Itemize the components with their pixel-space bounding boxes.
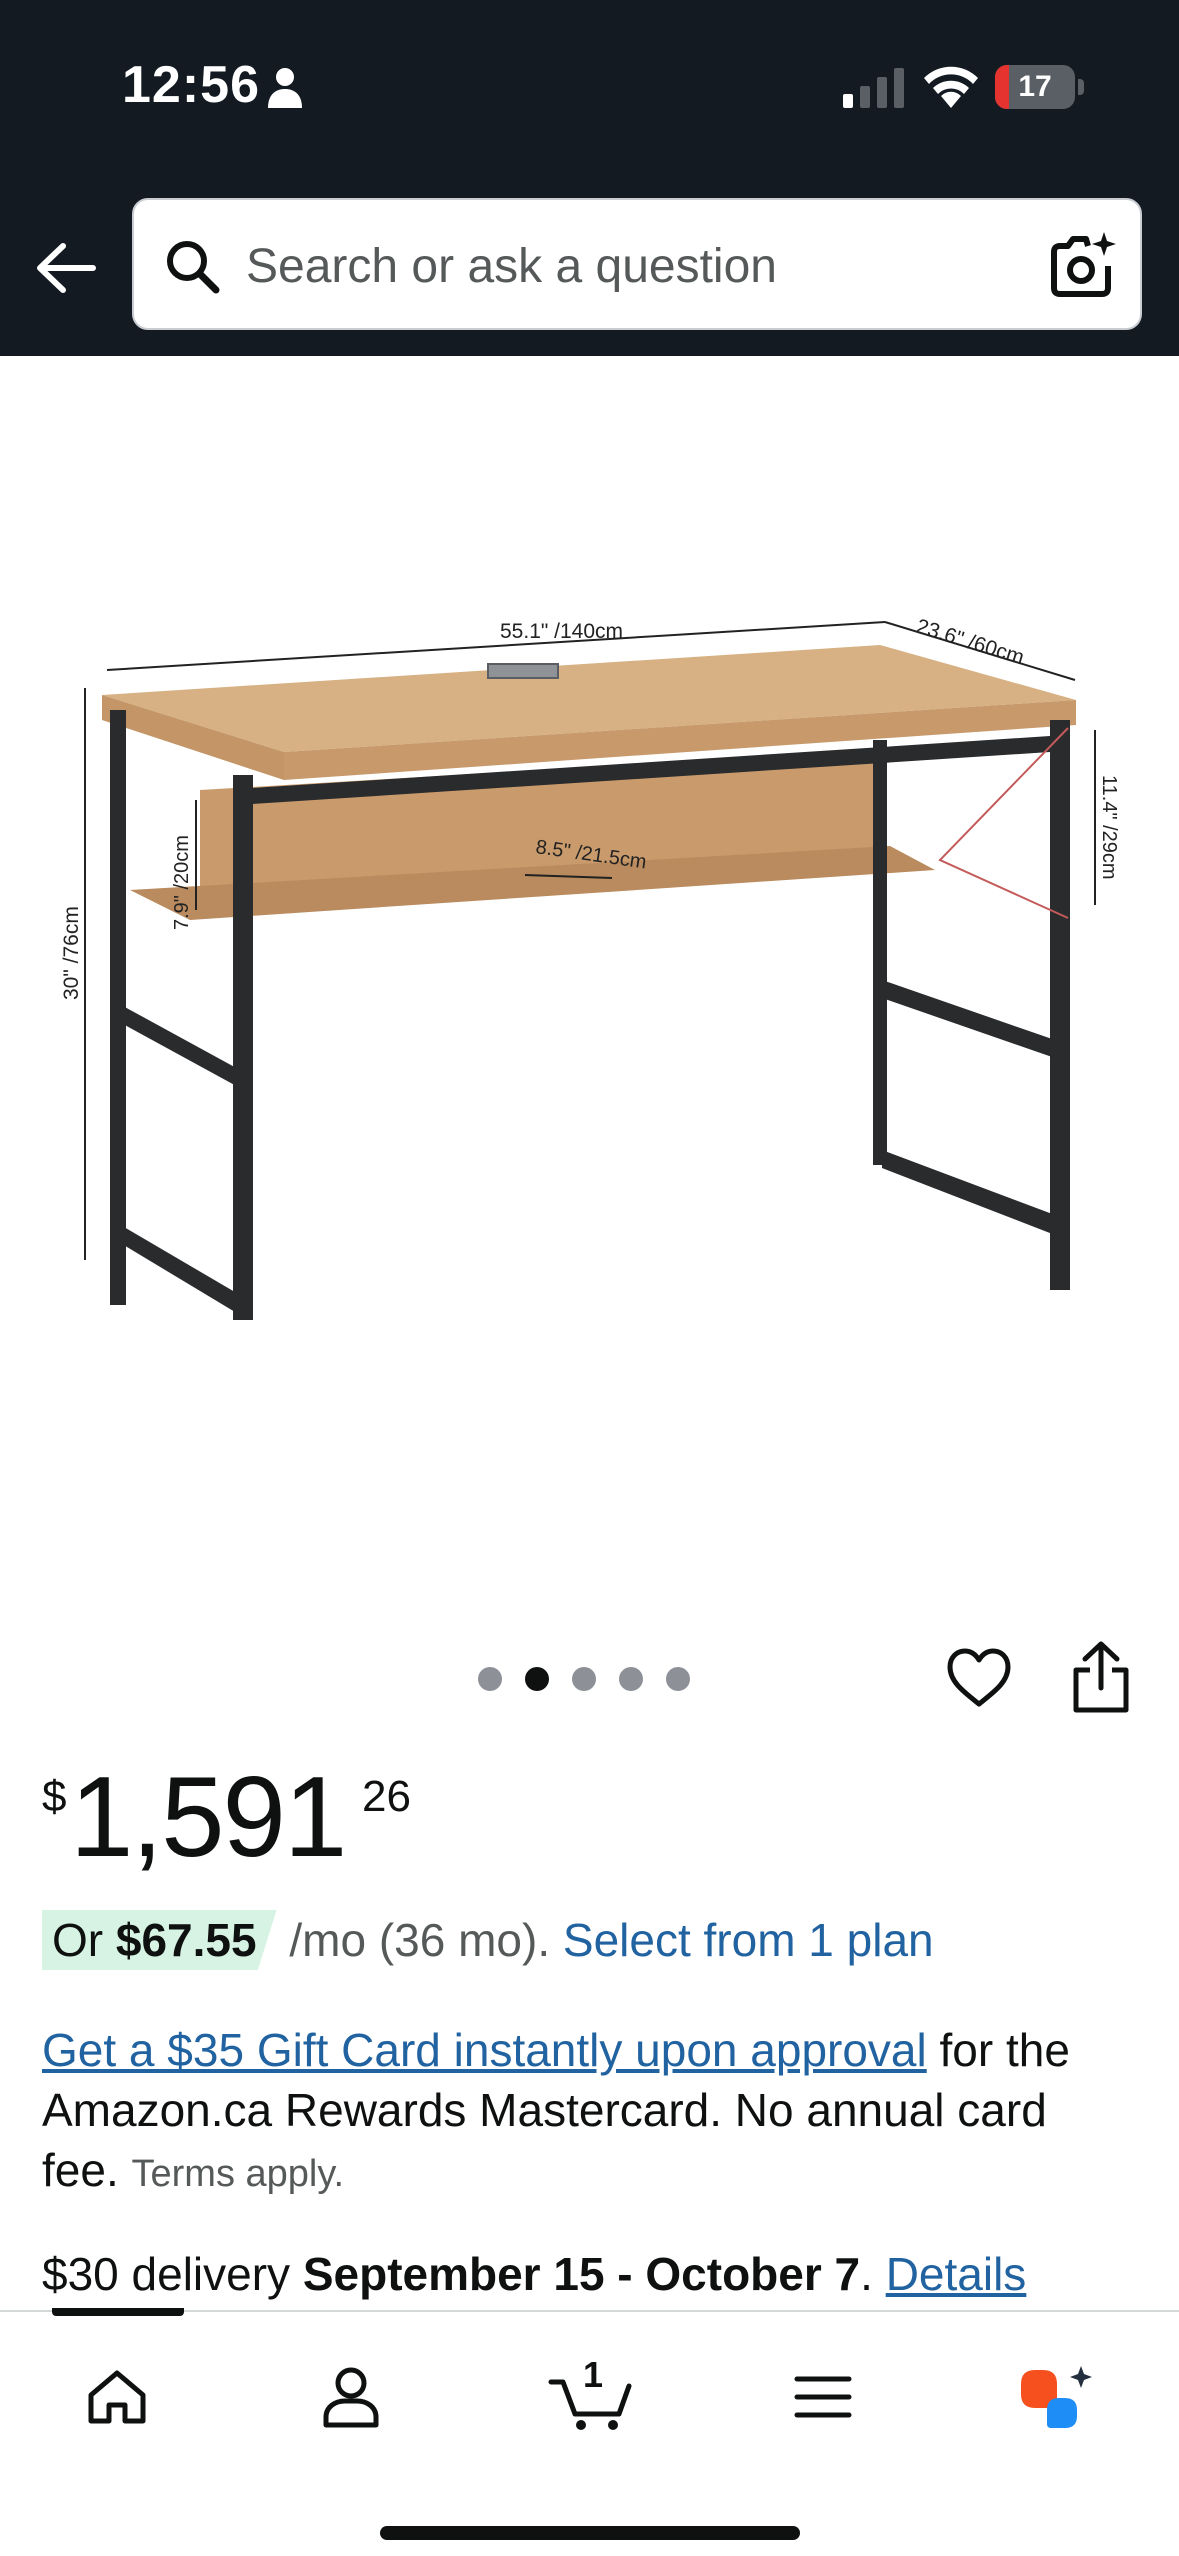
- width-dimension-label: 55.1" /140cm: [500, 620, 623, 643]
- carousel-dot[interactable]: [619, 1667, 643, 1691]
- monthly-amount: $67.55: [115, 1914, 257, 1966]
- cart-count-badge: 1: [582, 2354, 604, 2395]
- home-icon: [88, 2370, 146, 2424]
- share-icon[interactable]: [1066, 1640, 1136, 1716]
- wifi-icon: [924, 66, 978, 108]
- person-icon: [268, 68, 302, 108]
- rufus-ai-icon: [1021, 2366, 1092, 2428]
- image-carousel-dots[interactable]: [478, 1664, 690, 1694]
- financing-term: /mo (36 mo).: [276, 1914, 563, 1966]
- price-fraction: 26: [362, 1772, 411, 1821]
- camera-search-icon[interactable]: [1046, 230, 1118, 302]
- back-arrow-icon: [37, 243, 96, 293]
- search-icon: [167, 241, 220, 294]
- menu-icon: [794, 2376, 852, 2418]
- side-height-label: 11.4" /29cm: [1098, 775, 1120, 880]
- nav-account[interactable]: [306, 2352, 396, 2442]
- search-bar[interactable]: [132, 198, 1142, 330]
- nav-rufus[interactable]: [1012, 2352, 1102, 2442]
- delivery-info: $30 delivery September 15 - October 7. D…: [42, 2248, 1027, 2300]
- carousel-dot[interactable]: [525, 1667, 549, 1691]
- product-image[interactable]: 55.1" /140cm 23.6" /60cm 30" /76cm 7.9" …: [40, 560, 1150, 1320]
- account-icon: [323, 2367, 379, 2428]
- back-button[interactable]: [30, 232, 102, 304]
- carousel-dot[interactable]: [478, 1667, 502, 1691]
- gift-card-link[interactable]: Get a $35 Gift Card instantly upon appro…: [42, 2024, 927, 2076]
- delivery-dates: September 15 - October 7: [302, 2248, 861, 2300]
- cellular-signal-icon: [843, 68, 904, 108]
- search-input[interactable]: [246, 228, 1006, 304]
- financing-highlight: Or $67.55: [42, 1910, 277, 1970]
- carousel-dot[interactable]: [572, 1667, 596, 1691]
- carousel-dot[interactable]: [666, 1667, 690, 1691]
- select-plan-link[interactable]: Select from 1 plan: [563, 1914, 934, 1966]
- status-time: 12:56: [122, 56, 260, 114]
- delivery-details-link[interactable]: Details: [886, 2248, 1027, 2300]
- top-header: 12:56 17: [0, 0, 1179, 356]
- nav-cart[interactable]: 1: [542, 2352, 642, 2442]
- nav-menu[interactable]: [778, 2352, 868, 2442]
- battery-indicator: 17: [995, 65, 1085, 109]
- terms-apply: Terms apply.: [131, 2153, 345, 2195]
- price-whole: 1,591: [70, 1754, 347, 1881]
- height-dimension-label: 30" /76cm: [60, 906, 83, 1000]
- shelf-height-label: 7.9" /20cm: [171, 835, 193, 930]
- home-indicator-bar: [380, 2526, 800, 2540]
- gift-card-offer: Get a $35 Gift Card instantly upon appro…: [42, 2020, 1132, 2204]
- price-currency: $: [42, 1772, 67, 1821]
- bottom-navigation: 1: [0, 2308, 1179, 2556]
- nav-home[interactable]: [72, 2352, 162, 2442]
- wishlist-heart-icon[interactable]: [944, 1644, 1014, 1714]
- financing-offer: Or $67.55 /mo (36 mo). Select from 1 pla…: [42, 1910, 934, 1970]
- active-tab-indicator: [52, 2308, 184, 2316]
